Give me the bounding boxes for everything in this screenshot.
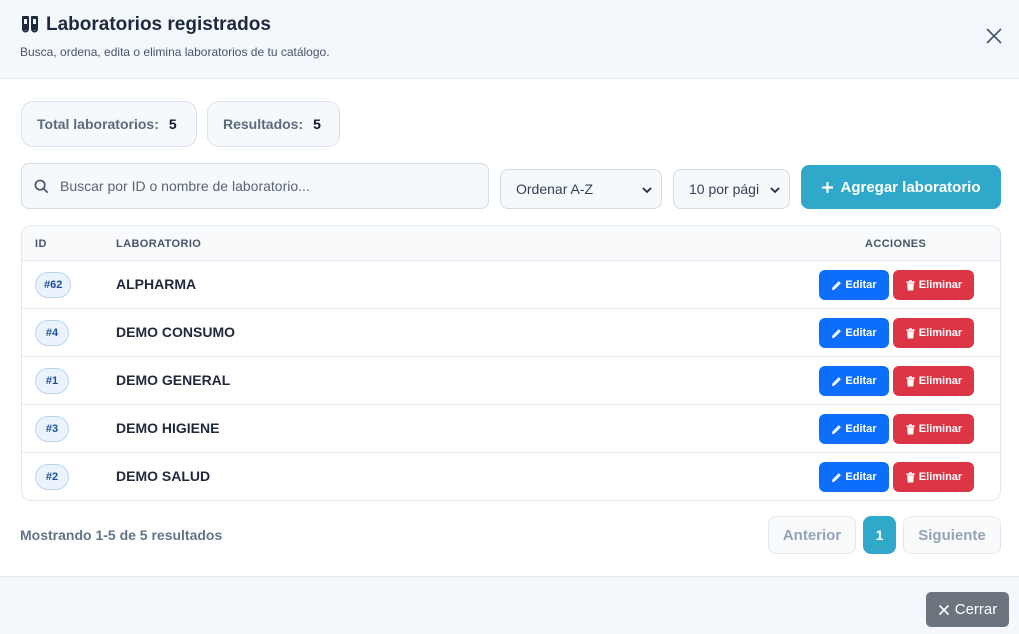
id-badge: #1: [35, 368, 69, 394]
edit-button[interactable]: Editar: [819, 366, 889, 396]
trash-icon: [906, 423, 915, 435]
laboratories-table: ID LABORATORIO ACCIONES #62 ALPHARMA Edi…: [21, 225, 1001, 501]
edit-button[interactable]: Editar: [819, 462, 889, 492]
laboratory-name: DEMO HIGIENE: [116, 420, 220, 436]
table-row: #4 DEMO CONSUMO Editar Eliminar: [22, 309, 1000, 357]
search-icon: [34, 179, 49, 194]
order-select[interactable]: Ordenar A-Z: [500, 169, 662, 209]
stat-results: Resultados: 5: [207, 101, 340, 147]
stat-total-value: 5: [168, 116, 177, 132]
table-row: #62 ALPHARMA Editar Eliminar: [22, 261, 1000, 309]
delete-label: Eliminar: [918, 375, 963, 387]
close-icon: [938, 604, 949, 615]
order-select-value: Ordenar A-Z: [516, 181, 594, 197]
close-icon[interactable]: [984, 26, 1004, 46]
id-badge: #2: [35, 464, 69, 490]
pencil-icon: [832, 328, 842, 338]
close-button[interactable]: Cerrar: [926, 592, 1009, 627]
chevron-down-icon: [770, 187, 780, 194]
delete-button[interactable]: Eliminar: [893, 414, 974, 444]
delete-label: Eliminar: [918, 423, 963, 435]
edit-button[interactable]: Editar: [819, 270, 889, 300]
trash-icon: [906, 327, 915, 339]
trash-icon: [906, 279, 915, 291]
per-page-select-value: 10 por pági: [689, 181, 760, 197]
column-header-actions: ACCIONES: [865, 238, 927, 250]
per-page-select[interactable]: 10 por pági: [673, 169, 790, 209]
trash-icon: [906, 471, 915, 483]
pencil-icon: [832, 424, 842, 434]
column-header-id: ID: [35, 238, 47, 250]
id-badge: #62: [35, 272, 72, 298]
delete-label: Eliminar: [918, 471, 963, 483]
modal-header: Laboratorios registrados Busca, ordena, …: [0, 0, 1019, 79]
add-laboratory-label: Agregar laboratorio: [840, 178, 981, 196]
results-summary: Mostrando 1-5 de 5 resultados: [20, 527, 223, 543]
close-button-label: Cerrar: [954, 601, 998, 618]
stat-results-label: Resultados:: [223, 116, 304, 132]
laboratory-name: DEMO CONSUMO: [116, 324, 235, 340]
laboratory-name: DEMO SALUD: [116, 468, 211, 484]
table-row: #3 DEMO HIGIENE Editar Eliminar: [22, 405, 1000, 453]
edit-label: Editar: [845, 279, 877, 291]
edit-label: Editar: [845, 375, 877, 387]
edit-label: Editar: [845, 471, 877, 483]
chevron-down-icon: [642, 187, 652, 194]
laboratory-name: DEMO GENERAL: [116, 372, 231, 388]
title-row: Laboratorios registrados: [20, 14, 271, 36]
trash-icon: [906, 375, 915, 387]
stat-total-laboratories: Total laboratorios: 5: [21, 101, 197, 147]
id-badge: #3: [35, 416, 69, 442]
column-header-laboratory: LABORATORIO: [116, 238, 202, 250]
test-tubes-icon: [22, 16, 38, 33]
search-input[interactable]: [60, 164, 480, 208]
plus-icon: [822, 181, 834, 193]
edit-label: Editar: [845, 327, 877, 339]
edit-label: Editar: [845, 423, 877, 435]
page-subtitle: Busca, ordena, edita o elimina laborator…: [20, 45, 330, 59]
delete-button[interactable]: Eliminar: [893, 366, 974, 396]
delete-button[interactable]: Eliminar: [893, 462, 974, 492]
pencil-icon: [832, 472, 842, 482]
delete-label: Eliminar: [918, 327, 963, 339]
modal-footer: Cerrar: [0, 576, 1019, 634]
edit-button[interactable]: Editar: [819, 414, 889, 444]
delete-button[interactable]: Eliminar: [893, 270, 974, 300]
stat-results-value: 5: [313, 116, 321, 132]
delete-label: Eliminar: [918, 279, 963, 291]
table-row: #2 DEMO SALUD Editar Eliminar: [22, 453, 1000, 500]
page-1-button[interactable]: 1: [863, 516, 896, 554]
search-box: [21, 163, 489, 209]
stat-total-label: Total laboratorios:: [37, 116, 159, 132]
laboratory-name: ALPHARMA: [116, 276, 197, 292]
delete-button[interactable]: Eliminar: [893, 318, 974, 348]
pencil-icon: [832, 376, 842, 386]
table-header: ID LABORATORIO ACCIONES: [22, 226, 1000, 261]
edit-button[interactable]: Editar: [819, 318, 889, 348]
table-row: #1 DEMO GENERAL Editar Eliminar: [22, 357, 1000, 405]
pencil-icon: [832, 280, 842, 290]
laboratories-modal: Laboratorios registrados Busca, ordena, …: [0, 0, 1019, 634]
id-badge: #4: [35, 320, 69, 346]
previous-page-button[interactable]: Anterior: [768, 516, 856, 554]
add-laboratory-button[interactable]: Agregar laboratorio: [801, 165, 1001, 209]
next-page-button[interactable]: Siguiente: [903, 516, 1001, 554]
page-title: Laboratorios registrados: [46, 14, 271, 35]
